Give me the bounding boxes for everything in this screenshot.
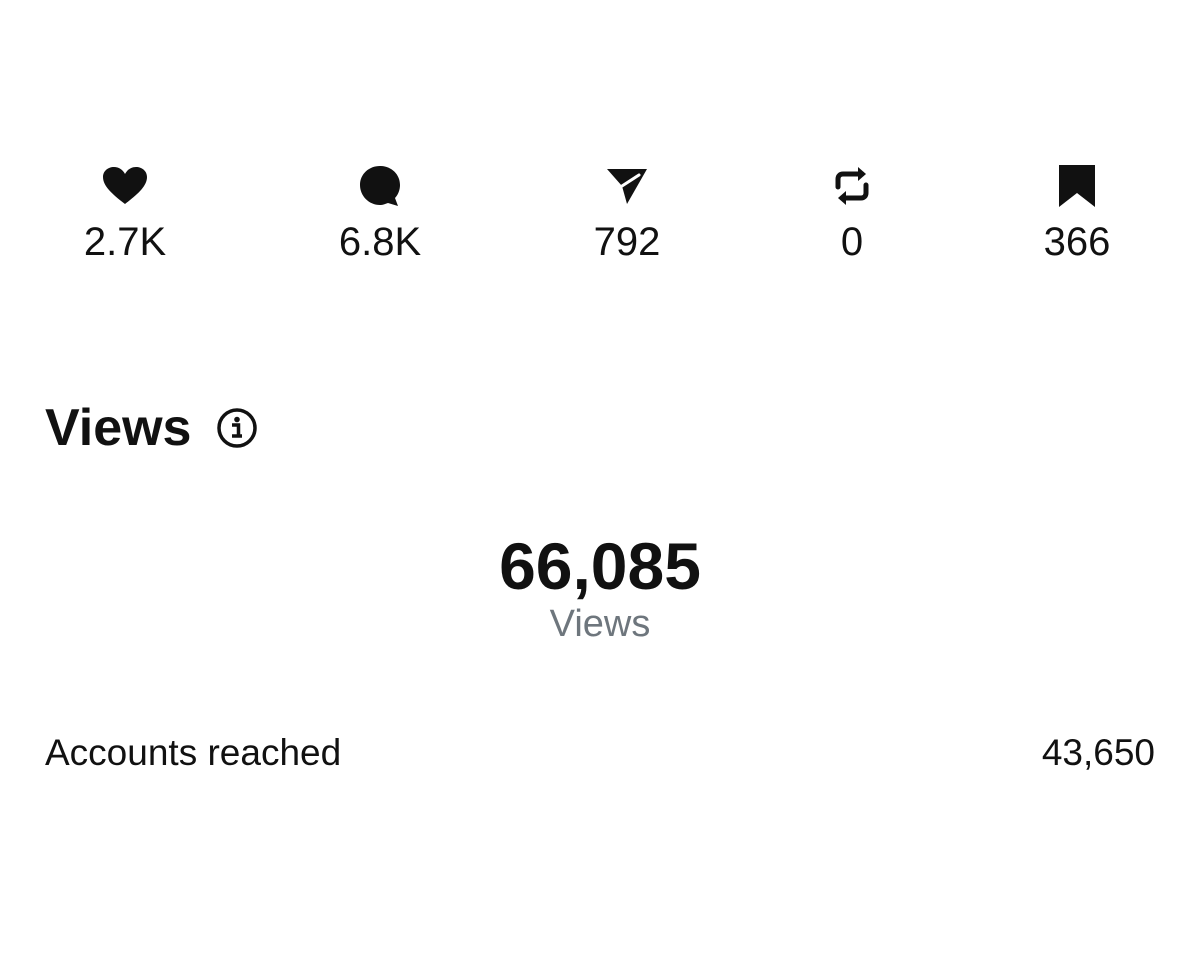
views-total-number: 66,085 (499, 529, 701, 603)
views-total-caption: Views (549, 603, 651, 645)
reposts-stat: 0 (772, 160, 932, 266)
views-header: Views (45, 398, 259, 458)
bookmark-icon (1057, 160, 1097, 212)
shares-count: 792 (593, 220, 661, 264)
saves-count: 366 (1043, 220, 1111, 264)
saves-stat: 366 (997, 160, 1157, 266)
shares-stat: 792 (547, 160, 707, 266)
comment-icon (359, 160, 401, 212)
accounts-reached-label: Accounts reached (45, 732, 342, 773)
accounts-reached-value: 43,650 (1041, 732, 1155, 773)
comments-stat: 6.8K (300, 160, 460, 266)
info-button[interactable] (215, 406, 259, 450)
send-icon (605, 160, 649, 212)
views-total: 66,085 Views (0, 528, 1200, 646)
views-section-title: Views (45, 399, 192, 457)
comments-count: 6.8K (338, 220, 422, 264)
likes-stat: 2.7K (45, 160, 205, 266)
reposts-count: 0 (840, 220, 864, 264)
info-icon (217, 408, 258, 448)
repost-icon (832, 160, 872, 212)
accounts-reached-row: Accounts reached 43,650 (45, 730, 1155, 776)
likes-count: 2.7K (83, 220, 167, 264)
heart-icon (102, 160, 148, 212)
